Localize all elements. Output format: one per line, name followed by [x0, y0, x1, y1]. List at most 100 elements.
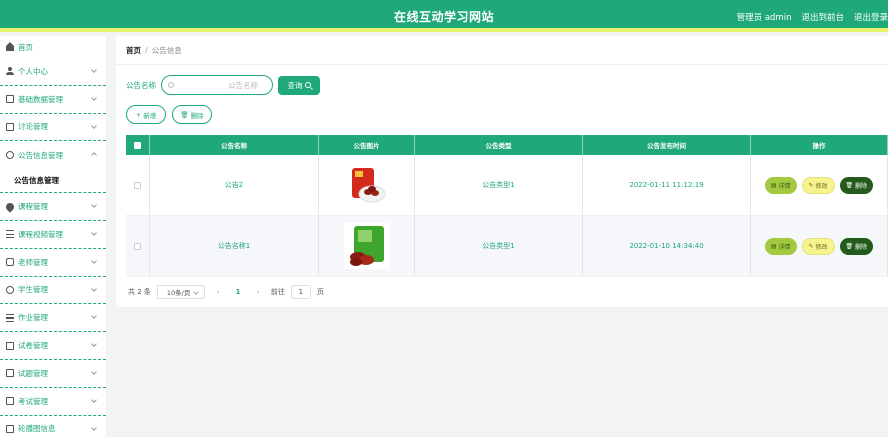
sidebar-item-homework[interactable]: 作业管理: [0, 304, 106, 333]
page-unit-label: 页: [316, 288, 324, 296]
chevron-down-icon: [91, 369, 97, 375]
breadcrumb-current: 公告信息: [151, 46, 182, 55]
detail-button[interactable]: ▤ 详情: [764, 237, 797, 255]
delete-button-label: 删除: [855, 243, 868, 251]
breadcrumb-home[interactable]: 首页: [126, 46, 141, 55]
select-all-cell: [126, 135, 150, 155]
delete-button[interactable]: 🗑 删除: [839, 237, 874, 255]
delete-button[interactable]: 🗑 删除: [839, 176, 874, 194]
sidebar-item-label: 学生管理: [18, 285, 48, 295]
cell-image: [319, 216, 415, 276]
sidebar-item-carousel[interactable]: 轮播图信息: [0, 416, 106, 437]
submenu-item-announcement-management[interactable]: 公告信息管理: [0, 169, 106, 194]
detail-button[interactable]: ▤ 详情: [764, 176, 797, 194]
sidebar-item-label: 课程管理: [18, 202, 48, 212]
box-icon: [6, 397, 14, 406]
detail-icon: ▤: [770, 242, 777, 250]
header-links: 管理员 admin 退出到前台 退出登录: [737, 11, 888, 23]
breadcrumb: 首页 / 公告信息: [126, 45, 182, 56]
edit-button[interactable]: ✎ 修改: [801, 237, 835, 255]
chevron-down-icon: [91, 230, 97, 236]
cell-time: 2022-01-10 14:34:40: [583, 216, 751, 276]
chevron-down-icon: [91, 94, 97, 101]
action-row: + 新增 🗑 删除: [126, 105, 212, 124]
search-input[interactable]: 公告名称: [161, 75, 273, 95]
sidebar-item-announcements[interactable]: 公告信息管理: [0, 141, 106, 169]
clock-icon: [6, 151, 14, 160]
sidebar-item-courses[interactable]: 课程管理: [0, 193, 106, 221]
column-header-actions: 操作: [751, 135, 888, 155]
trash-icon: 🗑: [845, 242, 854, 250]
delete-button-label: 删除: [190, 111, 204, 120]
cell-name: 公告名称1: [150, 216, 319, 276]
cell-actions: ▤ 详情 ✎ 修改 🗑 删除: [751, 216, 888, 276]
sidebar-item-questions[interactable]: 试题管理: [0, 360, 106, 388]
mail-icon: [6, 369, 14, 378]
cell-name: 公告2: [150, 155, 319, 215]
add-button-label: 新增: [143, 111, 157, 120]
search-icon: [304, 82, 311, 88]
column-header-name[interactable]: 公告名称: [150, 135, 319, 155]
announcement-image-green-package[interactable]: [343, 223, 390, 269]
sidebar-item-label: 基础数据管理: [18, 94, 63, 104]
sidebar-item-label: 试题管理: [18, 368, 48, 378]
cell-type: 公告类型1: [415, 155, 583, 215]
sidebar-item-label: 首页: [18, 42, 33, 52]
goto-page-input[interactable]: 1: [290, 285, 311, 299]
sidebar-item-label: 作业管理: [18, 313, 48, 323]
page-size-select[interactable]: 10条/页: [156, 285, 205, 299]
sidebar-item-discussion[interactable]: 讨论管理: [0, 114, 106, 142]
exit-to-frontend-link[interactable]: 退出到前台: [801, 11, 844, 23]
page-number-1[interactable]: 1: [231, 288, 245, 296]
table-row: 公告2 公告类型1 2022-01-11 11:12:19 ▤ 详情 ✎ 修改 🗑 删…: [126, 155, 888, 216]
query-button[interactable]: 查询: [278, 75, 320, 95]
column-header-type[interactable]: 公告类型: [415, 135, 583, 155]
chevron-down-icon: [91, 67, 97, 73]
logout-link[interactable]: 退出登录: [854, 11, 888, 23]
chevron-down-icon: [91, 341, 97, 348]
column-header-time[interactable]: 公告发布时间: [583, 135, 751, 155]
cell-image: [319, 155, 415, 215]
sidebar-item-label: 轮播图信息: [18, 424, 56, 434]
box-icon: [6, 122, 14, 131]
sliders-icon: [6, 230, 14, 239]
select-all-checkbox[interactable]: [134, 141, 141, 149]
chevron-down-icon: [91, 285, 97, 292]
sidebar-item-teachers[interactable]: 老师管理: [0, 249, 106, 277]
search-placeholder: 公告名称: [228, 80, 258, 90]
batch-delete-button[interactable]: 🗑 删除: [172, 105, 212, 124]
row-select-cell: [126, 155, 150, 215]
detail-button-label: 详情: [778, 182, 791, 190]
prev-page-button[interactable]: ‹: [211, 288, 225, 296]
sidebar-item-exams[interactable]: 考试管理: [0, 388, 106, 416]
sidebar-item-students[interactable]: 学生管理: [0, 277, 106, 305]
sidebar-item-label: 讨论管理: [18, 122, 48, 132]
edit-button-label: 修改: [815, 182, 828, 190]
circle-icon: [6, 285, 14, 294]
sidebar-item-label: 课程视频管理: [18, 229, 63, 239]
row-checkbox[interactable]: [134, 242, 141, 250]
edit-button[interactable]: ✎ 修改: [801, 176, 835, 194]
user-icon: [6, 67, 14, 76]
table-header: 公告名称 公告图片 公告类型 公告发布时间 操作: [126, 135, 888, 155]
delete-button-label: 删除: [855, 182, 868, 190]
next-page-button[interactable]: ›: [251, 288, 265, 296]
edit-icon: ✎: [808, 242, 814, 250]
add-button[interactable]: + 新增: [126, 105, 166, 124]
row-checkbox[interactable]: [134, 181, 141, 189]
announcement-image-red-package[interactable]: [343, 162, 390, 208]
copy-icon: [6, 341, 14, 350]
sidebar-item-personal-center[interactable]: 个人中心: [0, 58, 106, 86]
chevron-down-icon: [91, 313, 97, 320]
sidebar-item-home[interactable]: 首页: [0, 36, 106, 58]
main-panel: 首页 / 公告信息 公告名称 公告名称 查询 + 新增 🗑 删除 公告名称 公告图片…: [116, 36, 888, 307]
chevron-up-icon: [91, 152, 97, 159]
cell-time: 2022-01-11 11:12:19: [583, 155, 751, 215]
sidebar-item-course-videos[interactable]: 课程视频管理: [0, 221, 106, 249]
pin-icon: [4, 200, 16, 213]
sidebar-item-papers[interactable]: 试卷管理: [0, 332, 106, 360]
sidebar-item-basic-data[interactable]: 基础数据管理: [0, 86, 106, 114]
admin-user-link[interactable]: 管理员 admin: [737, 11, 792, 23]
plus-icon: +: [135, 110, 142, 119]
sidebar-item-label: 考试管理: [18, 396, 48, 406]
